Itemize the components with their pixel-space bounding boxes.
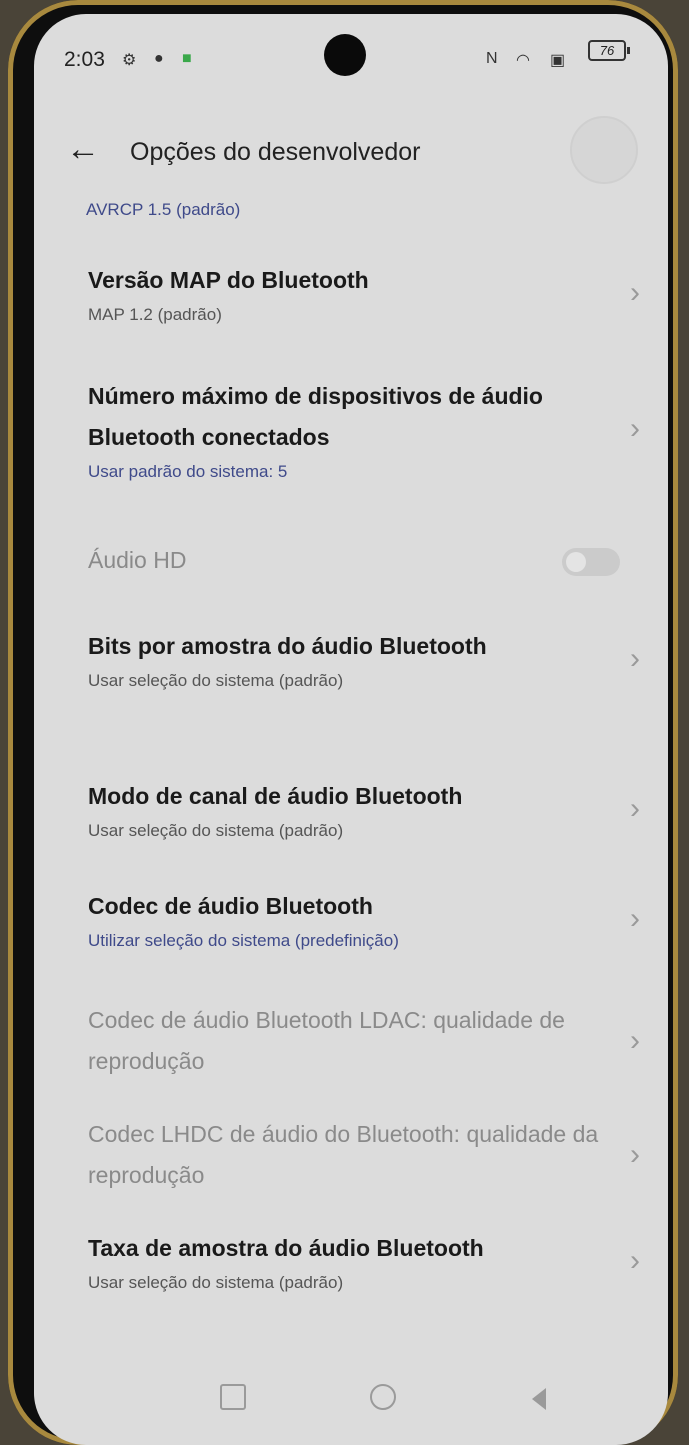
signal-icon: ▣ (550, 52, 566, 69)
front-camera (324, 34, 366, 76)
setting-title: Codec LHDC de áudio do Bluetooth: qualid… (88, 1121, 599, 1188)
setting-lhdc-quality: Codec LHDC de áudio do Bluetooth: qualid… (88, 1114, 640, 1196)
page-title: Opções do desenvolvedor (130, 138, 421, 166)
recent-apps-icon[interactable] (220, 1384, 246, 1410)
chevron-right-icon: › (630, 901, 640, 935)
status-bar: 2:03 ⚙ ● ■ N ◠ ▣ 76 (34, 14, 668, 94)
setting-title: Modo de canal de áudio Bluetooth (88, 783, 463, 809)
app-header: ← Opções do desenvolvedor (34, 108, 668, 194)
setting-title: Áudio HD (88, 547, 187, 573)
chevron-right-icon: › (630, 1024, 640, 1057)
setting-ldac-quality: Codec de áudio Bluetooth LDAC: qualidade… (88, 1000, 640, 1082)
wifi-icon: ◠ (516, 52, 530, 69)
chevron-right-icon: › (630, 641, 640, 675)
navigation-bar (34, 1354, 668, 1444)
setting-title: Codec de áudio Bluetooth LDAC: qualidade… (88, 1007, 565, 1074)
home-icon[interactable] (370, 1384, 396, 1410)
status-time: 2:03 (64, 48, 105, 71)
setting-title: Número máximo de dispositivos de áudio B… (88, 383, 543, 450)
vpn-icon: ⚙ (122, 52, 137, 69)
notification-icon: ● (154, 50, 164, 67)
setting-subtitle: Usar padrão do sistema: 5 (88, 462, 288, 481)
setting-audio-codec[interactable]: Codec de áudio Bluetooth Utilizar seleçã… (88, 886, 640, 951)
hd-audio-toggle[interactable] (562, 548, 620, 576)
setting-subtitle: Utilizar seleção do sistema (predefiniçã… (88, 931, 399, 950)
setting-subtitle: Usar seleção do sistema (padrão) (88, 821, 344, 840)
battery-icon: 76 (588, 40, 630, 61)
setting-max-audio-devices[interactable]: Número máximo de dispositivos de áudio B… (88, 376, 640, 482)
chevron-right-icon: › (630, 1243, 640, 1277)
setting-channel-mode[interactable]: Modo de canal de áudio Bluetooth Usar se… (88, 776, 640, 841)
chevron-right-icon: › (630, 1138, 640, 1171)
setting-title: Taxa de amostra do áudio Bluetooth (88, 1235, 484, 1261)
setting-sample-rate[interactable]: Taxa de amostra do áudio Bluetooth Usar … (88, 1228, 640, 1293)
setting-title: Bits por amostra do áudio Bluetooth (88, 633, 487, 659)
chevron-right-icon: › (630, 412, 640, 445)
avrcp-version-value: AVRCP 1.5 (padrão) (86, 200, 241, 219)
setting-title: Codec de áudio Bluetooth (88, 893, 373, 919)
setting-subtitle: Usar seleção do sistema (padrão) (88, 671, 344, 690)
avatar[interactable] (570, 116, 638, 184)
back-triangle-icon[interactable] (526, 1384, 556, 1414)
setting-bits-per-sample[interactable]: Bits por amostra do áudio Bluetooth Usar… (88, 626, 640, 691)
chevron-right-icon: › (630, 275, 640, 309)
arrow-left-icon[interactable]: ← (58, 124, 108, 174)
phone-frame: 2:03 ⚙ ● ■ N ◠ ▣ 76 ← Opções do desenvol… (8, 0, 678, 1445)
chevron-right-icon: › (630, 791, 640, 825)
setting-map-version[interactable]: Versão MAP do Bluetooth MAP 1.2 (padrão)… (88, 260, 640, 325)
setting-subtitle: MAP 1.2 (padrão) (88, 305, 222, 324)
nfc-icon: N (486, 50, 498, 67)
screen: 2:03 ⚙ ● ■ N ◠ ▣ 76 ← Opções do desenvol… (34, 14, 668, 1445)
setting-title: Versão MAP do Bluetooth (88, 267, 369, 293)
app-icon: ■ (182, 50, 192, 67)
setting-subtitle: Usar seleção do sistema (padrão) (88, 1273, 344, 1292)
setting-hd-audio: Áudio HD (88, 540, 628, 581)
